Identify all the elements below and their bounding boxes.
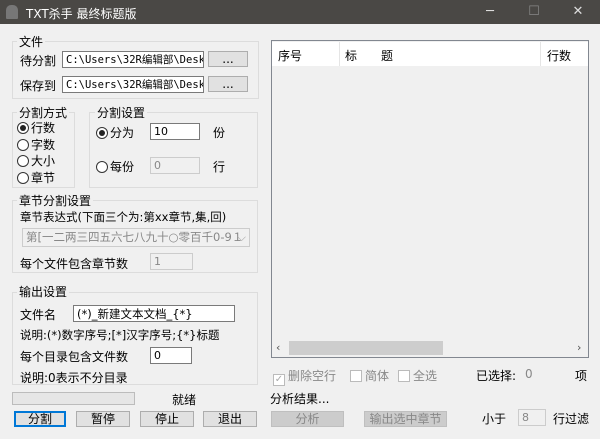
app-icon [6,5,18,19]
list-header: 序号 标 题 行数 [272,42,588,66]
horizontal-scrollbar[interactable]: ‹ › [272,340,588,357]
column-header-index[interactable]: 序号 [278,47,338,64]
column-header-title[interactable]: 标 题 [345,47,393,64]
save-browse-button[interactable]: ... [208,76,248,92]
chapters-per-file-input[interactable]: 1 [150,253,193,270]
status-text: 就绪 [172,393,197,407]
remove-blank-checkbox[interactable]: ✓ 删除空行 [273,367,336,386]
pause-button[interactable]: 暂停 [76,411,130,427]
radio-per-part[interactable]: 每份 [96,158,134,175]
chapter-group-label: 章节分割设置 [17,192,94,209]
source-path-input[interactable]: C:\Users\32R编辑部\Deskt [62,51,204,68]
selected-unit: 项 [575,369,588,383]
selected-label: 已选择: [476,369,517,383]
radio-split-into[interactable]: 分为 [96,124,134,141]
radio-button-icon [17,139,29,151]
chapter-expr-label: 章节表达式(下面三个为:第xx章节,集,回) [20,210,227,224]
files-per-dir-input[interactable]: 0 [150,347,192,364]
exit-button[interactable]: 退出 [203,411,257,427]
dir-note: 说明:0表示不分目录 [20,371,128,385]
radio-button-icon [17,172,29,184]
simplified-checkbox[interactable]: 简体 [350,367,389,384]
files-per-dir-label: 每个目录包含文件数 [20,350,129,364]
chapter-list[interactable]: 序号 标 题 行数 ‹ › [271,40,589,358]
radio-button-icon [17,122,29,134]
filter-input[interactable]: 8 [518,409,546,426]
save-label: 保存到 [20,79,57,93]
split-settings-label: 分割设置 [95,104,148,121]
column-divider [540,42,541,66]
stop-button[interactable]: 停止 [140,411,194,427]
analyze-button[interactable]: 分析 [271,411,344,427]
window-title: TXT杀手 最终标题版 [26,7,137,21]
chapters-per-file-label: 每个文件包含章节数 [20,257,129,271]
file-group-label: 文件 [17,33,46,50]
radio-button-icon [96,161,108,173]
checkbox-label: 简体 [365,369,390,383]
radio-label: 分为 [110,126,135,140]
select-all-checkbox[interactable]: 全选 [398,367,437,384]
column-divider [339,42,340,66]
radio-button-icon [96,127,108,139]
radio-label: 大小 [31,154,56,168]
split-button[interactable]: 分割 [14,411,66,427]
source-label: 待分割 [20,54,57,68]
into-unit: 份 [213,126,226,140]
filename-label: 文件名 [20,308,57,322]
radio-label: 行数 [31,121,56,135]
selected-count: 0 [525,367,533,381]
checkbox-icon [398,370,410,382]
radio-label: 每份 [110,160,135,174]
export-selected-button[interactable]: 输出选中章节 [364,411,447,427]
radio-chapter[interactable]: 章节 [17,169,55,186]
save-path-input[interactable]: C:\Users\32R编辑部\Deskt [62,76,204,93]
close-button[interactable]: ✕ [556,0,600,24]
output-group-label: 输出设置 [17,283,70,300]
column-header-lines[interactable]: 行数 [547,47,571,64]
filter-label: 行过滤 [553,412,590,426]
radio-size[interactable]: 大小 [17,152,55,169]
title-bar: TXT杀手 最终标题版 ─ ☐ ✕ [0,0,600,24]
maximize-button[interactable]: ☐ [512,0,556,24]
filename-input[interactable]: (*)_新建文本文档_{*} [73,305,235,322]
checkbox-label: 全选 [413,369,438,383]
radio-lines[interactable]: 行数 [17,119,55,136]
scroll-right-icon[interactable]: › [577,341,581,354]
minimize-button[interactable]: ─ [468,0,512,24]
scrollbar-thumb[interactable] [289,341,443,355]
progress-bar [12,392,135,405]
scroll-left-icon[interactable]: ‹ [276,341,280,354]
per-part-input[interactable]: 0 [150,157,200,174]
radio-label: 章节 [31,171,56,185]
radio-label: 字数 [31,138,56,152]
radio-button-icon [17,155,29,167]
chapter-expr-combo[interactable]: 第[一二两三四五六七八九十○零百千0-9１ ⌵ [22,228,250,247]
checkmark-icon: ✓ [273,374,285,386]
less-than-label: 小于 [482,412,507,426]
chevron-down-icon: ⌵ [237,230,246,244]
source-browse-button[interactable]: ... [208,51,248,67]
combo-value: 第[一二两三四五六七八九十○零百千0-9１ [26,230,244,244]
checkbox-icon [350,370,362,382]
split-into-input[interactable]: 10 [150,123,200,140]
per-unit: 行 [213,160,226,174]
analysis-result: 分析结果... [270,392,330,406]
radio-chars[interactable]: 字数 [17,136,55,153]
filename-note: 说明:(*)数字序号;[*]汉字序号;{*}标题 [20,328,220,342]
checkbox-label: 删除空行 [288,369,337,383]
